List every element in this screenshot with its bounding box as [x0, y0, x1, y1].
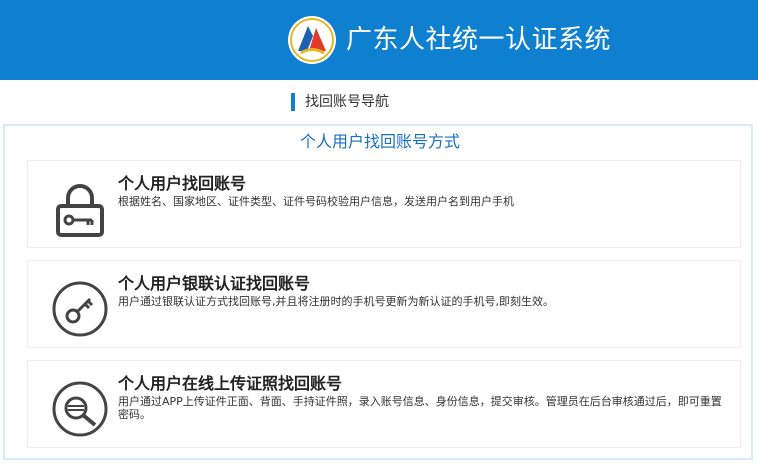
page-title: 广东人社统一认证系统: [346, 25, 612, 55]
recover-account-basic-card[interactable]: 个人用户找回账号 根据姓名、国家地区、证件类型、证件号码校验用户信息，发送用户名…: [27, 160, 741, 248]
card-title: 个人用户银联认证找回账号: [118, 274, 311, 293]
id-card-search-icon: [52, 381, 108, 437]
nav-marker: [291, 93, 295, 111]
guangdong-hrss-logo-icon: [288, 16, 336, 64]
card-title: 个人用户找回账号: [118, 174, 247, 193]
recover-account-unionpay-card[interactable]: 个人用户银联认证找回账号 用户通过银联认证方式找回账号,并且将注册时的手机号更新…: [27, 260, 741, 348]
card-description: 根据姓名、国家地区、证件类型、证件号码校验用户信息，发送用户名到用户手机: [118, 195, 514, 208]
key-icon: [52, 281, 108, 337]
header-bar: 广东人社统一认证系统: [0, 0, 758, 80]
recovery-options-panel: 个人用户找回账号方式 个人用户找回账号 根据姓名、国家地区、证件类型、证件号码校…: [3, 124, 753, 460]
breadcrumb-bar: 找回账号导航: [0, 80, 758, 122]
nav-label: 找回账号导航: [305, 94, 389, 110]
recover-account-upload-card[interactable]: 个人用户在线上传证照找回账号 用户通过APP上传证件正面、背面、手持证件照，录入…: [27, 360, 741, 448]
card-description: 用户通过APP上传证件正面、背面、手持证件照，录入账号信息、身份信息，提交审核。…: [118, 395, 722, 421]
card-description: 用户通过银联认证方式找回账号,并且将注册时的手机号更新为新认证的手机号,即刻生效…: [118, 295, 554, 308]
panel-title: 个人用户找回账号方式: [299, 132, 460, 151]
padlock-icon: [56, 184, 104, 237]
card-title: 个人用户在线上传证照找回账号: [118, 374, 343, 393]
